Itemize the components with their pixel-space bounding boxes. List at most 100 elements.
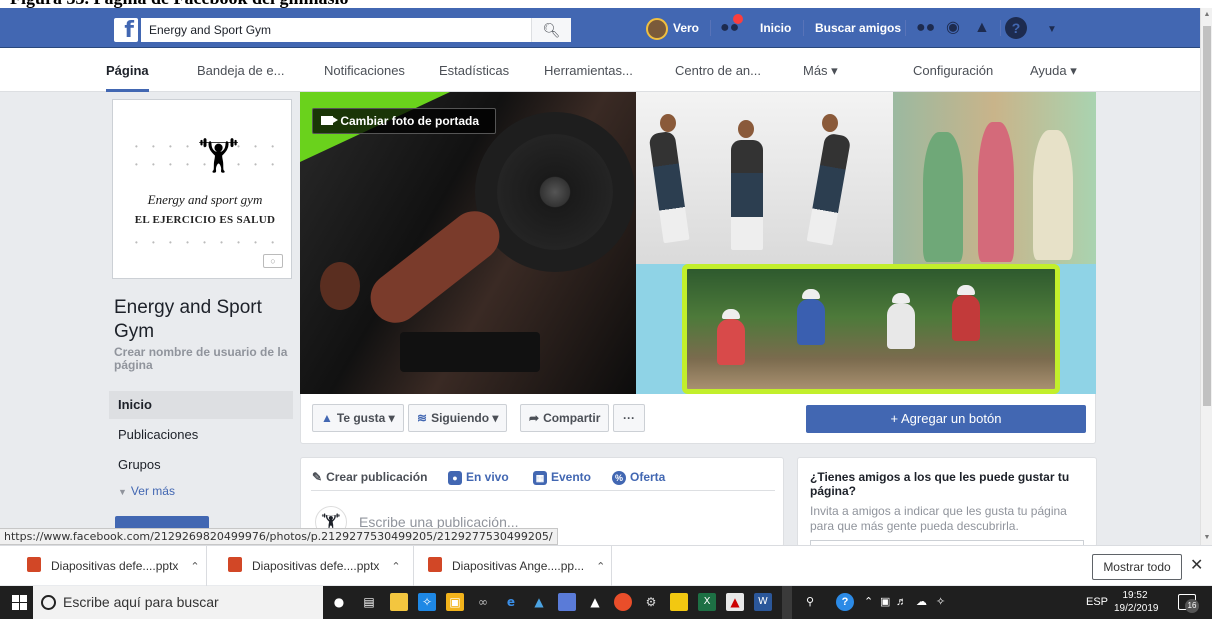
sidebar-item-posts[interactable]: Publicaciones xyxy=(109,421,293,449)
gym-logo-figure-icon: 🏋︎ xyxy=(197,136,241,176)
people-icon[interactable]: ⚲ xyxy=(806,586,814,619)
graduation-cap-icon[interactable]: ▲ xyxy=(586,593,604,611)
taskbar-search-input[interactable]: Escribe aquí para buscar xyxy=(33,586,323,619)
powerpoint-file-icon xyxy=(228,557,242,573)
scroll-up-arrow-icon[interactable]: ▲ xyxy=(1201,8,1212,22)
change-cover-button[interactable]: Cambiar foto de portada xyxy=(312,108,496,134)
show-all-downloads-button[interactable]: Mostrar todo xyxy=(1092,554,1182,580)
download-item[interactable]: Diapositivas Ange....pp... ⌃ xyxy=(418,546,612,586)
tab-statistics[interactable]: Estadísticas xyxy=(439,48,509,92)
app-icon[interactable]: ▲ xyxy=(530,593,548,611)
search-icon[interactable]: 🔍︎ xyxy=(531,18,571,42)
live-tab[interactable]: ● En vivo xyxy=(448,468,509,486)
settings-gear-icon[interactable]: ⚙ xyxy=(642,593,660,611)
tab-help[interactable]: Ayuda ▾ xyxy=(1030,48,1077,92)
language-indicator[interactable]: ESP xyxy=(1086,586,1108,619)
download-item[interactable]: Diapositivas defe....pptx ⌃ xyxy=(17,546,207,586)
cyclist-helmet xyxy=(892,293,910,303)
clock-time: 19:52 xyxy=(1122,590,1148,601)
account-menu-chevron-down-icon[interactable]: ▼ xyxy=(1047,20,1057,40)
find-friends-link[interactable]: Buscar amigos xyxy=(815,8,901,48)
sidebar-item-home[interactable]: Inicio xyxy=(109,391,293,419)
tab-tools[interactable]: Herramientas... xyxy=(544,48,633,92)
home-link[interactable]: Inicio xyxy=(760,8,791,48)
windows-taskbar: Escribe aquí para buscar ● ▤ ✧ ▣ ∞ e ▲ ▲… xyxy=(0,586,1212,619)
dropbox-icon[interactable]: ✧ xyxy=(418,593,436,611)
nav-divider xyxy=(1000,20,1001,36)
tab-settings[interactable]: Configuración xyxy=(913,48,993,92)
tab-inbox[interactable]: Bandeja de e... xyxy=(197,48,284,92)
chevron-up-icon[interactable]: ⌃ xyxy=(190,561,199,573)
cover-photo[interactable] xyxy=(300,92,1096,394)
page-action-bar: ▲ Te gusta ▾ ≋ Siguiendo ▾ ➦ Compartir ··· … xyxy=(300,394,1096,444)
scrollbar-thumb[interactable] xyxy=(1203,26,1211,406)
create-username-link[interactable]: Crear nombre de usuario de la página xyxy=(114,346,290,372)
onedrive-icon[interactable]: ☁ xyxy=(916,586,927,619)
chrome-icon[interactable] xyxy=(614,593,632,611)
user-profile-link[interactable]: Vero xyxy=(646,8,699,48)
event-tab[interactable]: ▦ Evento xyxy=(533,468,591,486)
store-icon[interactable]: ▣ xyxy=(446,593,464,611)
infinity-app-icon[interactable]: ∞ xyxy=(474,593,492,611)
action-center-icon[interactable]: 16 xyxy=(1178,594,1199,613)
page-scrollbar[interactable]: ▲ ▼ xyxy=(1200,8,1212,545)
help-icon[interactable]: ? xyxy=(836,593,854,611)
excel-icon[interactable]: X xyxy=(698,593,716,611)
chevron-up-icon[interactable]: ⌃ xyxy=(596,561,605,573)
app-icon[interactable] xyxy=(558,593,576,611)
camera-icon[interactable]: ○ xyxy=(263,254,283,268)
download-item[interactable]: Diapositivas defe....pptx ⌃ xyxy=(218,546,414,586)
taskbar-search-placeholder: Escribe aquí para buscar xyxy=(63,594,219,610)
powerpoint-file-icon xyxy=(27,557,41,573)
live-video-icon: ● xyxy=(448,470,462,485)
add-button-button[interactable]: + Agregar un botón xyxy=(806,405,1086,433)
nav-divider xyxy=(905,20,906,36)
friend-requests-icon[interactable]: ●● xyxy=(916,18,935,38)
facebook-logo-icon[interactable]: f xyxy=(114,18,138,43)
task-view-icon[interactable]: ▤ xyxy=(360,593,378,611)
tab-more[interactable]: Más ▾ xyxy=(803,48,838,92)
see-more-link[interactable]: ▼ Ver más xyxy=(118,484,175,498)
person xyxy=(978,122,1014,262)
create-post-tab[interactable]: ✎ Crear publicación xyxy=(312,468,427,486)
internet-explorer-icon[interactable]: e xyxy=(502,593,520,611)
volume-icon[interactable]: ♬ xyxy=(896,586,907,619)
sidebar-item-groups[interactable]: Grupos xyxy=(109,451,293,479)
dropbox-tray-icon[interactable]: ✧ xyxy=(936,586,945,619)
notifications-bell-icon[interactable]: ▲ xyxy=(974,18,990,38)
calendar-icon: ▦ xyxy=(533,470,547,485)
scroll-down-arrow-icon[interactable]: ▼ xyxy=(1201,531,1212,545)
share-label: Compartir xyxy=(543,411,601,425)
search-input[interactable]: Energy and Sport Gym xyxy=(141,18,571,42)
more-options-button[interactable]: ··· xyxy=(613,404,645,432)
windows-start-icon[interactable] xyxy=(12,595,28,611)
clock[interactable]: 19:52 19/2/2019 xyxy=(1114,589,1159,615)
file-explorer-icon[interactable] xyxy=(390,593,408,611)
chevron-up-icon[interactable]: ⌃ xyxy=(391,561,400,573)
cover-photo-dance-image xyxy=(636,92,893,272)
page-title[interactable]: Energy and Sport Gym xyxy=(114,296,294,344)
tab-page[interactable]: Página xyxy=(106,48,149,92)
offer-tab[interactable]: % Oferta xyxy=(612,468,665,486)
like-button[interactable]: ▲ Te gusta ▾ xyxy=(312,404,404,432)
close-icon[interactable]: ✕ xyxy=(1190,554,1203,578)
promote-button[interactable] xyxy=(115,516,209,528)
messenger-icon[interactable]: ◉ xyxy=(946,18,960,38)
acrobat-icon[interactable]: ▲ xyxy=(726,593,744,611)
dancer-head xyxy=(660,114,676,132)
show-hidden-icons-chevron-icon[interactable]: ⌃ xyxy=(864,586,873,619)
gym-athlete-leg xyxy=(360,201,510,333)
tab-notifications[interactable]: Notificaciones xyxy=(324,48,405,92)
following-button[interactable]: ≋ Siguiendo ▾ xyxy=(408,404,508,432)
download-filename: Diapositivas defe....pptx xyxy=(51,559,179,573)
tab-ad-center[interactable]: Centro de an... xyxy=(675,48,761,92)
sticky-notes-icon[interactable] xyxy=(670,593,688,611)
profile-picture[interactable]: • • • • • • • • • • • • • • • • • • • • … xyxy=(113,100,291,278)
microphone-icon[interactable]: ● xyxy=(330,593,348,611)
video-camera-icon xyxy=(321,116,338,126)
nav-divider xyxy=(710,20,711,36)
word-icon[interactable]: W xyxy=(754,593,772,611)
network-icon[interactable]: ▣ xyxy=(880,586,890,619)
help-icon[interactable]: ? xyxy=(1005,17,1027,39)
share-button[interactable]: ➦ Compartir xyxy=(520,404,610,432)
